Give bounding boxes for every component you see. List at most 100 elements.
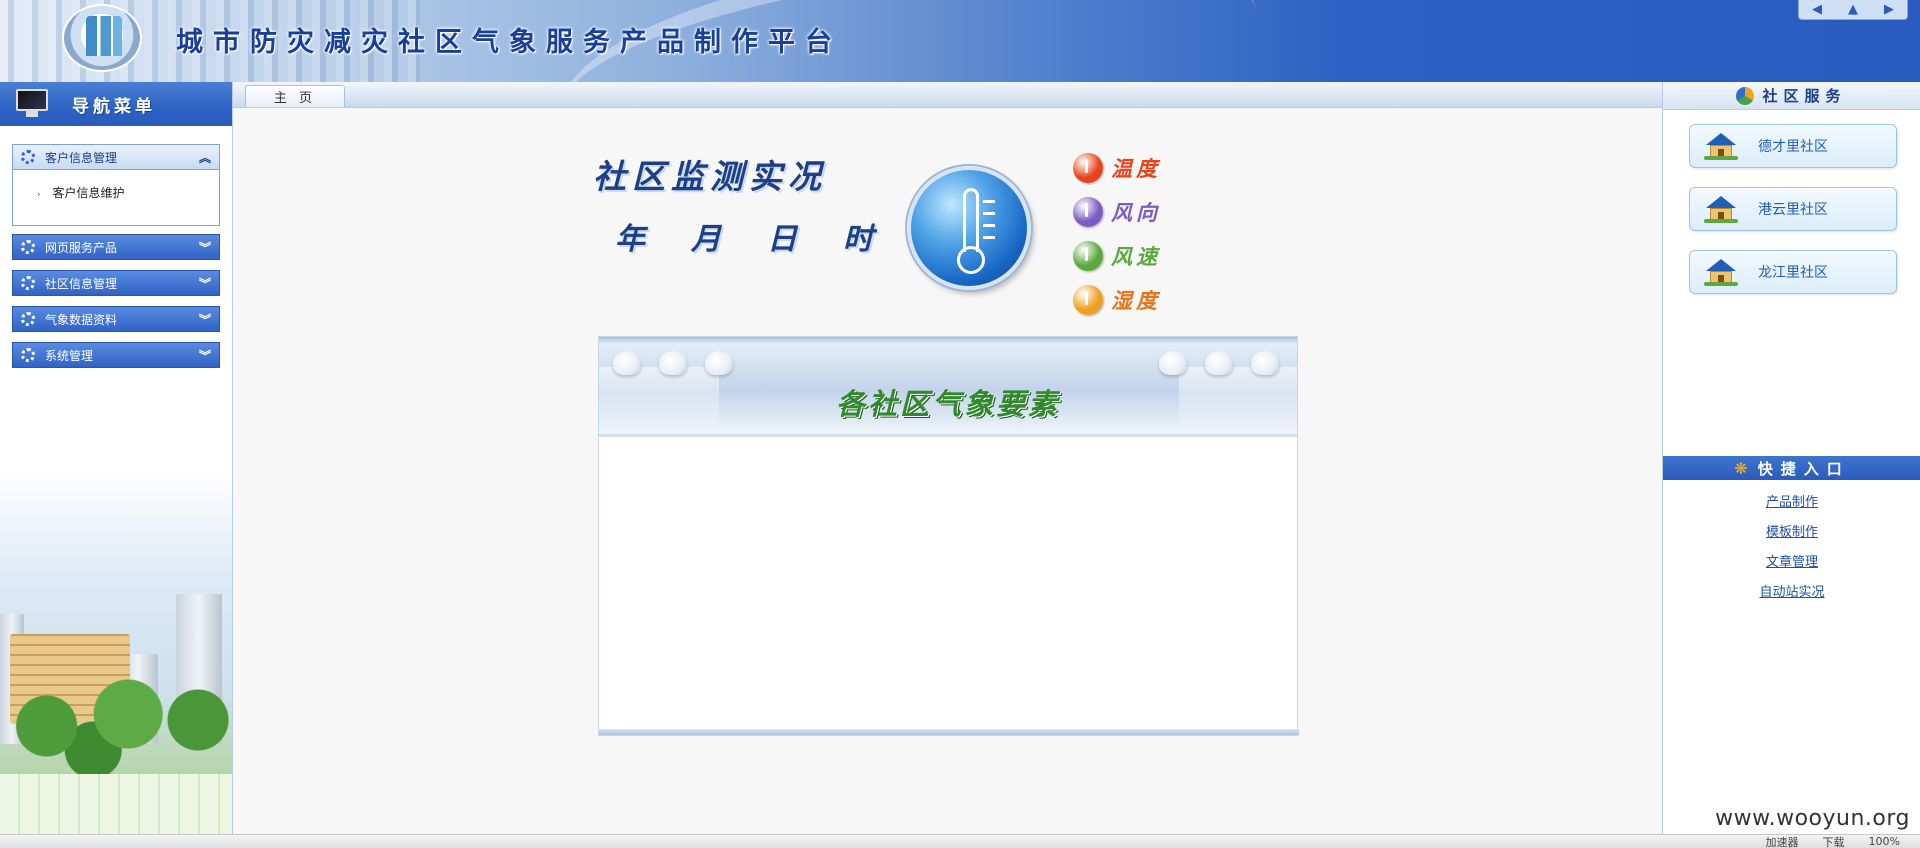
menu-head-web-products[interactable]: 网页服务产品 ︾: [12, 234, 220, 260]
community-button-longjiangli[interactable]: 龙江里社区: [1689, 250, 1897, 294]
accelerator-button[interactable]: 加速器: [1766, 835, 1799, 848]
tab-home[interactable]: 主 页: [245, 85, 345, 107]
menu-group-community-info: 社区信息管理 ︾: [12, 270, 220, 296]
chevron-down-icon: ︾: [198, 276, 211, 291]
spotlight-icon: [1251, 351, 1279, 375]
community-name: 港云里社区: [1758, 202, 1828, 218]
sidebar: 导航菜单 客户信息管理 ︽ › 客户信息维护 网页服务产品 ︾ 社区信息管理 ︾…: [0, 82, 233, 834]
spotlight-icon: [1205, 351, 1233, 375]
wind-direction-icon: [1073, 197, 1103, 227]
community-service-title: 社区服务: [1762, 87, 1847, 105]
tab-bar: 主 页: [233, 82, 1662, 108]
panel-banner: 各社区气象要素: [599, 337, 1297, 437]
monitor-datetime: 年 月 日 时: [593, 214, 873, 258]
quick-links-section: ❋ 快捷入口 产品制作 模板制作 文章管理 自动站实况: [1663, 456, 1920, 612]
community-name: 龙江里社区: [1758, 265, 1828, 281]
house-icon: [1704, 196, 1738, 223]
watermark: www.wooyun.org: [1715, 806, 1910, 831]
chevron-down-icon: ︾: [198, 348, 211, 363]
up-arrow-icon[interactable]: ▲: [1848, 2, 1858, 17]
spotlight-icon: [705, 351, 733, 375]
quick-links-header: ❋ 快捷入口: [1663, 456, 1920, 480]
zoom-level[interactable]: 100%: [1869, 835, 1900, 848]
community-button-gangyunli[interactable]: 港云里社区: [1689, 187, 1897, 231]
gear-icon: [21, 312, 35, 326]
app-title: 城市防灾减灾社区气象服务产品制作平台: [176, 27, 842, 58]
datetime-hour: 时: [843, 222, 873, 257]
header-nav-buttons: ◀ ▲ ▶: [1798, 0, 1908, 20]
community-button-decaili[interactable]: 德才里社区: [1689, 124, 1897, 168]
quick-link-article-management[interactable]: 文章管理: [1663, 552, 1920, 582]
main-content: 主 页 社区监测实况 年 月 日 时 温度 风向 风速 湿度 各社区气象要素: [233, 82, 1662, 834]
right-panel: 社区服务 德才里社区 港云里社区 龙江里社区 ❋ 快捷入口 产品制作 模板制作 …: [1662, 82, 1920, 834]
browser-statusbar: 加速器 下载 100%: [0, 834, 1920, 848]
menu-item-customer-info-maintenance[interactable]: 客户信息维护: [52, 186, 124, 200]
legend-label: 风速: [1111, 244, 1161, 269]
gear-icon: [21, 348, 35, 362]
menu-head-label: 社区信息管理: [45, 276, 118, 291]
legend-item-temperature[interactable]: 温度: [1073, 146, 1183, 190]
menu-head-label: 系统管理: [45, 348, 94, 363]
panel-footer-bar: [599, 729, 1299, 735]
menu-head-system[interactable]: 系统管理 ︾: [12, 342, 220, 368]
temperature-icon: [1073, 153, 1103, 183]
app-logo: [62, 4, 142, 72]
community-elements-panel: 各社区气象要素: [598, 336, 1299, 736]
monitor-title: 社区监测实况: [593, 157, 827, 196]
community-name: 德才里社区: [1758, 139, 1828, 155]
menu-head-label: 客户信息管理: [45, 150, 118, 165]
panel-title: 各社区气象要素: [835, 387, 1060, 421]
monitor-icon: [14, 89, 50, 119]
quick-link-auto-station[interactable]: 自动站实况: [1663, 582, 1920, 612]
humidity-icon: [1073, 285, 1103, 315]
menu-group-web-products: 网页服务产品 ︾: [12, 234, 220, 260]
legend-item-wind-direction[interactable]: 风向: [1073, 190, 1183, 234]
menu-group-weather-data: 气象数据资料 ︾: [12, 306, 220, 332]
bullet-icon: ›: [37, 190, 41, 200]
datetime-day: 日: [767, 222, 797, 257]
quick-links-list: 产品制作 模板制作 文章管理 自动站实况: [1663, 480, 1920, 612]
chevron-down-icon: ︾: [198, 240, 211, 255]
weather-legend: 温度 风向 风速 湿度: [1073, 146, 1183, 322]
legend-label: 温度: [1111, 156, 1161, 181]
datetime-year: 年: [615, 222, 645, 257]
globe-icon: [1736, 86, 1755, 105]
monitor-section: 社区监测实况 年 月 日 时 温度 风向 风速 湿度: [593, 142, 1233, 342]
community-service-header: 社区服务: [1663, 82, 1920, 110]
quick-link-template-making[interactable]: 模板制作: [1663, 522, 1920, 552]
sidebar-title: 导航菜单: [72, 96, 156, 117]
menu-head-weather-data[interactable]: 气象数据资料 ︾: [12, 306, 220, 332]
menu-head-customer-info[interactable]: 客户信息管理 ︽: [12, 144, 220, 170]
house-icon: [1704, 133, 1738, 160]
legend-label: 湿度: [1111, 288, 1161, 313]
back-arrow-icon[interactable]: ◀: [1812, 2, 1822, 17]
legend-label: 风向: [1111, 200, 1161, 225]
menu-head-label: 气象数据资料: [45, 312, 118, 327]
nav-menu: 客户信息管理 ︽ › 客户信息维护 网页服务产品 ︾ 社区信息管理 ︾ 气象数据…: [0, 126, 232, 368]
spotlight-icon: [1159, 351, 1187, 375]
gear-icon: [21, 150, 35, 164]
chevron-down-icon: ︾: [198, 312, 211, 327]
chevron-up-icon: ︽: [198, 150, 211, 165]
quick-links-title: 快捷入口: [1757, 459, 1850, 478]
spotlight-icon: [613, 351, 641, 375]
legend-item-wind-speed[interactable]: 风速: [1073, 234, 1183, 278]
menu-group-customer-info: 客户信息管理 ︽ › 客户信息维护: [12, 144, 220, 226]
menu-head-label: 网页服务产品: [45, 240, 118, 255]
sidebar-background-image: [0, 474, 232, 834]
forward-arrow-icon[interactable]: ▶: [1884, 2, 1894, 17]
app-header: 城市防灾减灾社区气象服务产品制作平台 ◀ ▲ ▶: [0, 0, 1920, 82]
legend-item-humidity[interactable]: 湿度: [1073, 278, 1183, 322]
flower-icon: ❋: [1734, 458, 1748, 478]
menu-body-customer-info: › 客户信息维护: [12, 170, 220, 226]
menu-group-system: 系统管理 ︾: [12, 342, 220, 368]
download-button[interactable]: 下载: [1823, 835, 1845, 848]
quick-link-product-making[interactable]: 产品制作: [1663, 492, 1920, 522]
house-icon: [1704, 259, 1738, 286]
gear-icon: [21, 276, 35, 290]
gear-icon: [21, 240, 35, 254]
menu-head-community-info[interactable]: 社区信息管理 ︾: [12, 270, 220, 296]
thermometer-icon: [907, 166, 1031, 290]
spotlight-icon: [659, 351, 687, 375]
datetime-month: 月: [691, 222, 721, 257]
